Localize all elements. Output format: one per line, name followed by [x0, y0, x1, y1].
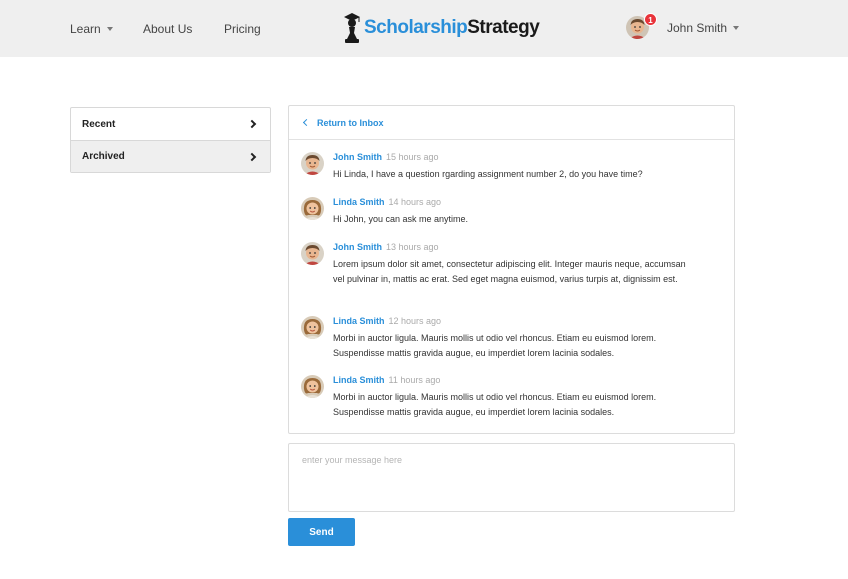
- author-avatar: [301, 152, 324, 175]
- linda-avatar-icon: [301, 316, 324, 339]
- user-menu[interactable]: John Smith: [626, 16, 740, 39]
- nav-pricing-link[interactable]: Pricing: [224, 22, 261, 36]
- sidebar-item-recent[interactable]: Recent: [71, 108, 270, 140]
- message-text: Hi John, you can ask me anytime.: [333, 214, 469, 224]
- chevron-right-icon: [247, 119, 257, 129]
- nav-pricing-label: Pricing: [224, 22, 261, 36]
- nav-about-link[interactable]: About Us: [143, 22, 192, 36]
- notification-badge[interactable]: 1: [644, 13, 657, 26]
- sidebar-item-archived[interactable]: Archived: [71, 140, 270, 172]
- message-author[interactable]: Linda Smith: [333, 375, 385, 385]
- message-author[interactable]: John Smith: [333, 242, 382, 252]
- message-author[interactable]: Linda Smith: [333, 316, 385, 326]
- nav-learn-dropdown[interactable]: Learn: [70, 22, 113, 36]
- sidebar-item-label: Archived: [82, 151, 125, 162]
- message-time: 11 hours ago: [388, 375, 441, 385]
- sidebar-item-label: Recent: [82, 118, 116, 130]
- message-time: 14 hours ago: [388, 197, 442, 207]
- message-text: Morbi in auctor ligula. Mauris mollis ut…: [333, 392, 657, 417]
- message-meta: John Smith 15 hours ago: [333, 152, 439, 162]
- author-avatar: [301, 197, 324, 220]
- return-to-inbox-link[interactable]: Return to Inbox: [289, 106, 734, 140]
- brand-part1: Scholarship: [364, 17, 468, 38]
- message-meta: Linda Smith 12 hours ago: [333, 316, 441, 326]
- send-button[interactable]: Send: [288, 518, 355, 546]
- top-navbar: Learn About Us Pricing ScholarshipStrate…: [0, 0, 848, 57]
- message-text: Lorem ipsum dolor sit amet, consectetur …: [333, 259, 686, 284]
- message-time: 13 hours ago: [386, 242, 439, 252]
- brand-logo[interactable]: ScholarshipStrategy: [343, 12, 540, 44]
- brand-wordmark: ScholarshipStrategy: [364, 17, 540, 39]
- john-avatar-icon: [301, 242, 324, 265]
- message-input[interactable]: [288, 443, 735, 512]
- message-time: 15 hours ago: [386, 152, 439, 162]
- message-thread-panel: Return to Inbox John Smith 15 hours ago H…: [288, 105, 735, 434]
- message-text: Morbi in auctor ligula. Mauris mollis ut…: [333, 333, 657, 358]
- linda-avatar-icon: [301, 375, 324, 398]
- nav-learn-label: Learn: [70, 22, 101, 36]
- return-to-inbox-label: Return to Inbox: [317, 117, 384, 128]
- message-meta: John Smith 13 hours ago: [333, 242, 439, 252]
- chevron-left-icon: [302, 118, 311, 127]
- author-avatar: [301, 242, 324, 265]
- author-avatar: [301, 375, 324, 398]
- chess-pawn-graduation-cap-icon: [344, 13, 360, 43]
- user-name: John Smith: [667, 20, 728, 35]
- linda-avatar-icon: [301, 197, 324, 220]
- john-avatar-icon: [301, 152, 324, 175]
- brand-part2: Strategy: [467, 17, 540, 38]
- caret-down-icon: [106, 27, 113, 31]
- message-meta: Linda Smith 14 hours ago: [333, 197, 441, 207]
- message-time: 12 hours ago: [388, 316, 442, 326]
- message-author[interactable]: John Smith: [333, 152, 382, 162]
- nav-about-label: About Us: [143, 22, 193, 36]
- caret-down-icon: [733, 25, 740, 30]
- message-author[interactable]: Linda Smith: [333, 197, 385, 207]
- inbox-sidebar: Recent Archived: [70, 107, 271, 173]
- chevron-right-icon: [247, 152, 257, 161]
- author-avatar: [301, 316, 324, 339]
- message-meta: Linda Smith 11 hours ago: [333, 375, 440, 385]
- message-text: Hi Linda, I have a question rgarding ass…: [333, 169, 643, 179]
